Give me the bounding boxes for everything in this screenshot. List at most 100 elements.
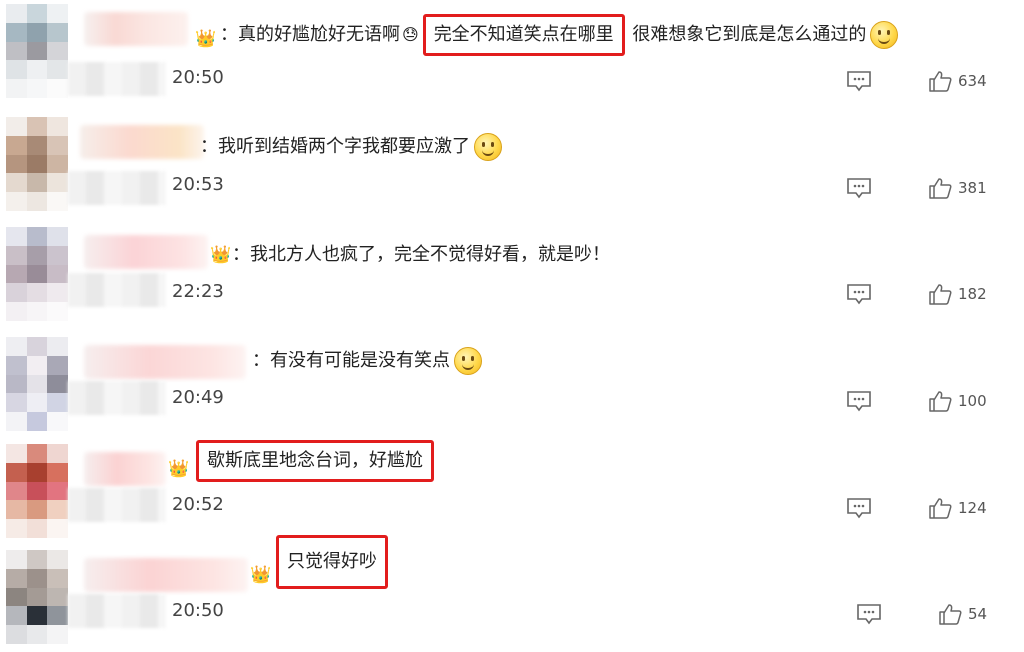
reply-icon[interactable]: [846, 70, 872, 92]
like-button[interactable]: 634: [928, 70, 987, 92]
avatar-pixel: [26, 117, 48, 136]
avatar-pixel: [47, 568, 68, 588]
avatar-pixel: [26, 625, 48, 644]
smile-emoji-icon: [474, 133, 502, 161]
avatar-pixel: [26, 500, 48, 520]
comment-item: 👑 只觉得好吵 20:50 54: [0, 535, 1024, 652]
like-count: 54: [968, 605, 988, 623]
avatar-pixel: [26, 412, 48, 431]
avatar-pixel: [47, 117, 68, 136]
avatar-pixel: [26, 22, 48, 42]
like-button[interactable]: 182: [928, 283, 987, 305]
reply-icon[interactable]: [856, 603, 882, 625]
avatar-pixel: [26, 192, 48, 211]
avatar[interactable]: [6, 227, 68, 321]
avatar-pixel: [6, 41, 27, 61]
blurred-metadata: [68, 171, 166, 205]
avatar-pixel: [6, 587, 27, 607]
avatar-pixel: [26, 587, 48, 607]
avatar-pixel: [6, 606, 27, 626]
comment-time: 20:50: [172, 67, 224, 88]
comment-item: 👑 ：真的好尴尬好无语啊 😓 完全不知道笑点在哪里 很难想象它到底是怎么通过的 20…: [0, 0, 1024, 106]
reply-icon[interactable]: [846, 283, 872, 305]
avatar-pixel: [6, 4, 27, 23]
avatar-pixel: [6, 117, 27, 136]
avatar-pixel: [6, 550, 27, 569]
like-button[interactable]: 54: [938, 603, 987, 625]
avatar[interactable]: [6, 550, 68, 644]
avatar-pixel: [26, 41, 48, 61]
avatar-pixel: [26, 79, 48, 98]
avatar-pixel: [26, 444, 48, 463]
avatar-pixel: [6, 302, 27, 321]
avatar-pixel: [6, 337, 27, 356]
avatar-pixel: [6, 60, 27, 80]
comment-text-before: ：真的好尴尬好无语啊: [220, 24, 400, 45]
avatar-pixel: [26, 173, 48, 193]
username-blurred[interactable]: [80, 125, 204, 159]
like-button[interactable]: 100: [928, 390, 987, 412]
avatar[interactable]: [6, 444, 68, 538]
crown-badge-icon: 👑: [210, 245, 232, 265]
avatar-pixel: [26, 337, 48, 356]
avatar-pixel: [47, 355, 68, 375]
avatar-pixel: [6, 264, 27, 284]
username-blurred[interactable]: [84, 558, 248, 592]
avatar-pixel: [47, 519, 68, 538]
sad-emoji-icon: 😓: [402, 25, 419, 44]
like-count: 182: [958, 285, 987, 303]
blurred-metadata: [68, 381, 166, 415]
avatar-pixel: [6, 154, 27, 174]
avatar-pixel: [26, 462, 48, 482]
comment-text: ：有没有可能是没有笑点: [252, 347, 482, 375]
avatar-pixel: [47, 462, 68, 482]
avatar[interactable]: [6, 337, 68, 431]
like-button[interactable]: 124: [928, 497, 987, 519]
highlighted-text: 完全不知道笑点在哪里: [422, 14, 625, 56]
reply-icon[interactable]: [846, 497, 872, 519]
avatar-pixel: [47, 154, 68, 174]
comment-time: 20:52: [172, 494, 224, 515]
avatar-pixel: [47, 302, 68, 321]
avatar-pixel: [26, 4, 48, 23]
avatar-pixel: [6, 412, 27, 431]
thumbs-up-icon: [929, 284, 952, 305]
avatar-pixel: [6, 227, 27, 246]
username-blurred[interactable]: [84, 12, 188, 46]
avatar-pixel: [6, 355, 27, 375]
comment-item: 👑 歇斯底里地念台词，好尴尬 20:52 124: [0, 440, 1024, 546]
reply-icon[interactable]: [846, 177, 872, 199]
avatar[interactable]: [6, 117, 68, 211]
avatar[interactable]: [6, 4, 68, 98]
comment-text-before: ：我听到结婚两个字我都要应激了: [200, 136, 470, 157]
avatar-pixel: [47, 393, 68, 413]
comment-text-before: ：有没有可能是没有笑点: [252, 350, 450, 371]
avatar-pixel: [47, 245, 68, 265]
avatar-pixel: [47, 444, 68, 463]
avatar-pixel: [6, 519, 27, 538]
avatar-pixel: [6, 462, 27, 482]
thumbs-up-icon: [929, 498, 952, 519]
avatar-pixel: [47, 500, 68, 520]
avatar-pixel: [6, 22, 27, 42]
avatar-pixel: [6, 625, 27, 644]
avatar-pixel: [47, 264, 68, 284]
username-blurred[interactable]: [84, 452, 166, 486]
like-count: 124: [958, 499, 987, 517]
avatar-pixel: [6, 192, 27, 211]
highlighted-text: 只觉得好吵: [276, 535, 388, 589]
avatar-pixel: [6, 374, 27, 394]
username-blurred[interactable]: [84, 345, 246, 379]
comment-text: ：我北方人也疯了，完全不觉得好看，就是吵！: [232, 241, 610, 269]
avatar-pixel: [47, 283, 68, 303]
reply-icon[interactable]: [846, 390, 872, 412]
thumbs-up-icon: [929, 391, 952, 412]
avatar-pixel: [6, 283, 27, 303]
thumbs-up-icon: [929, 178, 952, 199]
blurred-metadata: [68, 594, 166, 628]
avatar-pixel: [6, 500, 27, 520]
username-blurred[interactable]: [84, 235, 208, 269]
avatar-pixel: [26, 568, 48, 588]
comment-text: ：我听到结婚两个字我都要应激了: [200, 133, 502, 161]
like-button[interactable]: 381: [928, 177, 987, 199]
